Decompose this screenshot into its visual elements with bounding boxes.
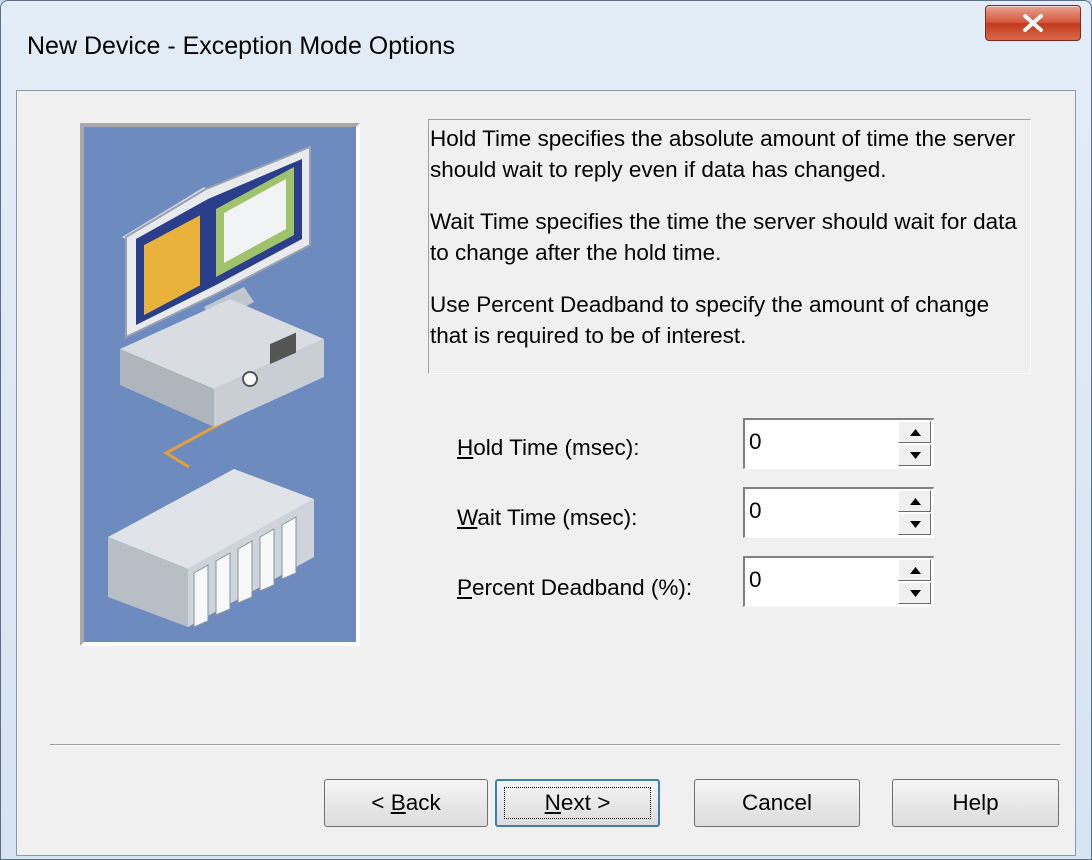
wait-time-up-button[interactable] [898, 490, 931, 512]
wait-time-accel: W [457, 505, 478, 530]
wait-time-down-button[interactable] [898, 513, 931, 535]
hold-time-label-text: old Time (msec): [473, 435, 640, 460]
spin-down-arrow-icon [910, 521, 921, 528]
next-button-label: Next > [545, 790, 611, 815]
next-accel: N [544, 790, 561, 815]
percent-deadband-input[interactable] [749, 561, 889, 599]
back-prefix: < [371, 790, 391, 815]
next-button[interactable]: Next > [495, 779, 660, 827]
back-rest: ack [405, 790, 441, 815]
spin-down-arrow-icon [910, 452, 921, 459]
percent-deadband-up-button[interactable] [898, 559, 931, 581]
cancel-button-label: Cancel [741, 790, 813, 815]
hold-time-spinbox[interactable] [743, 418, 934, 469]
close-x-icon [1023, 14, 1043, 32]
hold-time-input[interactable] [749, 423, 889, 461]
back-button[interactable]: < Back [324, 779, 488, 827]
cancel-button[interactable]: Cancel [694, 779, 860, 827]
percent-deadband-down-button[interactable] [898, 582, 931, 604]
close-button[interactable] [985, 5, 1081, 41]
spin-up-arrow-icon [910, 567, 921, 574]
wait-time-label: Wait Time (msec): [457, 505, 637, 531]
percent-deadband-spinbox[interactable] [743, 556, 934, 607]
wait-time-input[interactable] [749, 492, 889, 530]
title-bar[interactable]: New Device - Exception Mode Options [1, 1, 1091, 89]
back-accel: B [390, 790, 406, 815]
separator [50, 744, 1060, 746]
dialog-window: New Device - Exception Mode Options Hold… [0, 0, 1092, 860]
back-button-label: < Back [371, 790, 440, 815]
deadband-description: Use Percent Deadband to specify the amou… [430, 292, 990, 348]
wait-time-spinbox[interactable] [743, 487, 934, 538]
hold-time-label: Hold Time (msec): [457, 435, 640, 461]
next-rest: ext > [560, 790, 611, 815]
percent-deadband-label: Percent Deadband (%): [457, 575, 692, 601]
hold-time-description: Hold Time specifies the absolute amount … [430, 126, 1016, 182]
wait-time-description: Wait Time specifies the time the server … [430, 209, 1017, 265]
help-button[interactable]: Help [892, 779, 1059, 827]
description-panel: Hold Time specifies the absolute amount … [428, 119, 1031, 374]
wait-time-label-text: ait Time (msec): [477, 505, 638, 530]
percent-deadband-label-text: ercent Deadband (%): [472, 575, 693, 600]
help-button-label: Help [952, 790, 999, 815]
dialog-client-area: Hold Time specifies the absolute amount … [16, 90, 1076, 856]
hold-time-down-button[interactable] [898, 444, 931, 466]
spin-up-arrow-icon [910, 429, 921, 436]
spin-down-arrow-icon [910, 590, 921, 597]
spin-up-arrow-icon [910, 498, 921, 505]
device-illustration [80, 123, 360, 646]
percent-deadband-accel: P [457, 575, 473, 600]
window-title: New Device - Exception Mode Options [27, 32, 455, 60]
hold-time-up-button[interactable] [898, 421, 931, 443]
hold-time-accel: H [457, 435, 474, 460]
